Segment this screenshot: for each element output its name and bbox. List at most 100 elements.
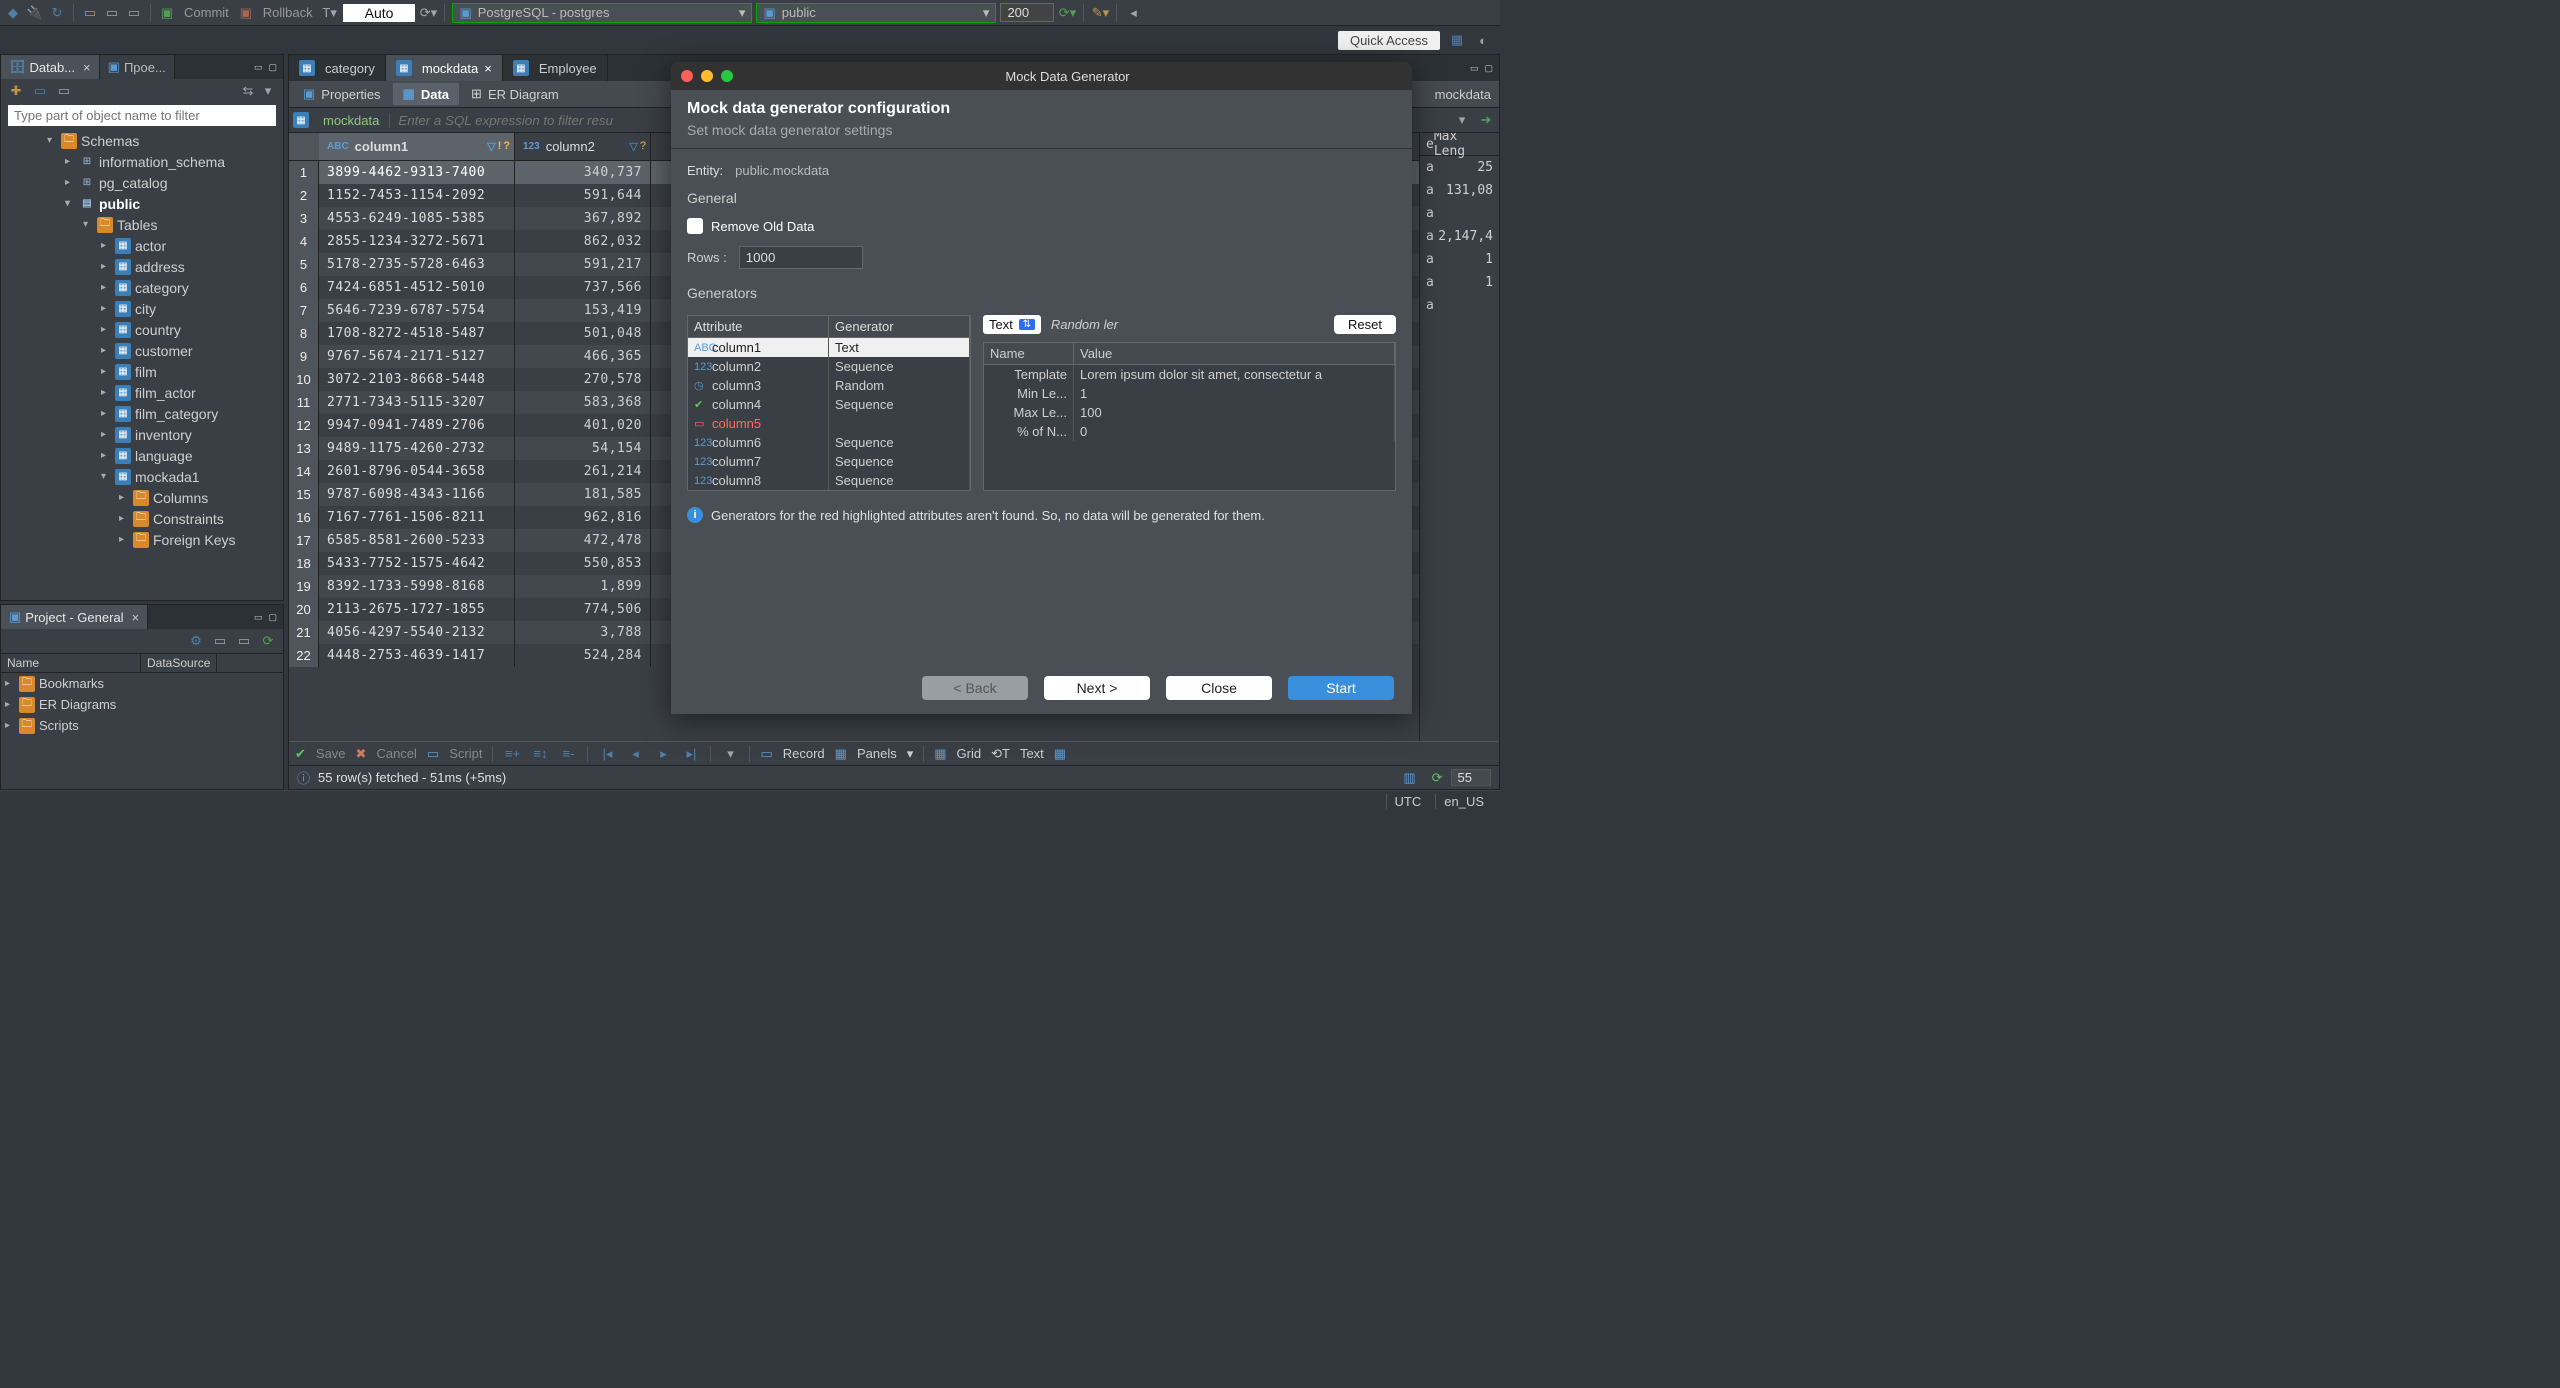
quick-access-button[interactable]: Quick Access <box>1338 31 1440 50</box>
funnel-icon[interactable]: ▽ <box>629 140 637 153</box>
row-count[interactable]: 55 <box>1451 769 1491 786</box>
tab-projects[interactable]: ▣ Прое... <box>100 55 175 79</box>
minimize-icon[interactable]: ▭ <box>254 612 263 623</box>
rows-input[interactable] <box>739 246 863 269</box>
sql-icon[interactable]: ▭ <box>81 4 99 22</box>
connect-icon[interactable]: ◆ <box>4 4 22 22</box>
maximize-icon[interactable]: ▢ <box>268 612 277 623</box>
attribute-row[interactable]: ✔column4Sequence <box>688 395 970 414</box>
properties-table[interactable]: Name Value TemplateLorem ipsum dolor sit… <box>983 342 1396 491</box>
nav-new-icon[interactable]: ✚ <box>7 82 25 100</box>
connection-select[interactable]: ▣ PostgreSQL - postgres ▾ <box>452 3 752 23</box>
close-button[interactable]: Close <box>1166 676 1272 700</box>
row-add-icon[interactable]: ≡+ <box>503 745 521 763</box>
grid-view-icon[interactable]: ▦ <box>934 746 946 762</box>
persp-other-icon[interactable]: ◐ <box>1474 31 1492 49</box>
panels-button[interactable]: Panels <box>857 746 897 761</box>
panels-icon[interactable]: ▦ <box>835 746 847 762</box>
run-icon[interactable]: ➜ <box>1477 111 1495 129</box>
attribute-row[interactable]: ◷column3Random <box>688 376 970 395</box>
gear-icon[interactable]: ⚙ <box>187 632 205 650</box>
maximize-icon[interactable]: ▢ <box>268 62 277 73</box>
min-window-icon[interactable] <box>701 70 713 82</box>
rollback-icon[interactable]: ▣ <box>237 4 255 22</box>
tx-arrow-icon[interactable]: ⟳▾ <box>419 4 437 22</box>
text-view-icon[interactable]: ⟲T <box>991 746 1010 762</box>
attributes-table[interactable]: Attribute Generator ABCcolumn1Text123col… <box>687 315 971 491</box>
prev-icon[interactable]: ◂ <box>626 745 644 763</box>
persp-db-icon[interactable]: ▦ <box>1448 31 1466 49</box>
max-window-icon[interactable] <box>721 70 733 82</box>
attribute-row[interactable]: 123column8Sequence <box>688 471 970 490</box>
script-button[interactable]: Script <box>449 746 482 761</box>
sql2-icon[interactable]: ▭ <box>103 4 121 22</box>
tx-icon[interactable]: T▾ <box>321 4 339 22</box>
plug-icon[interactable]: 🔌 <box>26 4 44 22</box>
proj-refresh-icon[interactable]: ⟳ <box>259 632 277 650</box>
script-icon[interactable]: ▭ <box>427 746 439 762</box>
generator-select[interactable]: Text ⇅ <box>983 315 1041 334</box>
schema-select[interactable]: ▣ public ▾ <box>756 3 996 23</box>
minimize-icon[interactable]: ▭ <box>254 62 263 73</box>
cancel-button[interactable]: Cancel <box>376 746 416 761</box>
col-header-column2[interactable]: 123 column2 ▽? <box>515 133 651 160</box>
start-button[interactable]: Start <box>1288 676 1394 700</box>
nav-filter-icon[interactable]: ⇆ <box>239 82 257 100</box>
sql3-icon[interactable]: ▭ <box>125 4 143 22</box>
sub-tab-er[interactable]: ⊞ER Diagram <box>461 83 569 105</box>
back-arrow-icon[interactable]: ◂ <box>1124 4 1142 22</box>
sub-tab-data[interactable]: ▦Data <box>393 83 459 105</box>
row-del-icon[interactable]: ≡- <box>559 745 577 763</box>
db-tree[interactable]: ▾🗀Schemas ▸⊞information_schema ▸⊞pg_cata… <box>1 128 283 600</box>
reset-button[interactable]: Reset <box>1334 315 1396 334</box>
count-icon[interactable]: ▥ <box>1403 770 1415 786</box>
tab-mockdata[interactable]: ▦mockdata× <box>386 55 503 81</box>
attribute-row[interactable]: 123column2Sequence <box>688 357 970 376</box>
tab-category[interactable]: ▦category <box>289 55 386 81</box>
attribute-row[interactable]: 123column7Sequence <box>688 452 970 471</box>
close-icon[interactable]: × <box>484 61 492 76</box>
attribute-row[interactable]: ▭column5 <box>688 414 970 433</box>
commit-button[interactable]: Commit <box>180 5 233 20</box>
funnel-icon[interactable]: ▽ <box>487 140 495 153</box>
property-row[interactable]: Max Le...100 <box>984 403 1395 422</box>
back-button[interactable]: < Back <box>922 676 1028 700</box>
sub-tab-properties[interactable]: ▣Properties <box>293 83 391 105</box>
row-dup-icon[interactable]: ≡↕ <box>531 745 549 763</box>
autocommit-toggle[interactable]: Auto <box>343 4 416 22</box>
layout-icon[interactable]: ▦ <box>1054 746 1066 762</box>
chevron-down-icon[interactable]: ▾ <box>259 82 277 100</box>
next-icon[interactable]: ▸ <box>654 745 672 763</box>
menu-icon[interactable]: ▾ <box>721 745 739 763</box>
limit-input[interactable]: 200 <box>1000 3 1054 22</box>
tab-project[interactable]: ▣ Project - General× <box>1 605 148 629</box>
grid-button[interactable]: Grid <box>957 746 982 761</box>
close-window-icon[interactable] <box>681 70 693 82</box>
refresh-con-icon[interactable]: ↻ <box>48 4 66 22</box>
minimize-icon[interactable]: ▭ <box>1470 63 1479 74</box>
record-button[interactable]: Record <box>783 746 825 761</box>
nav-item-icon[interactable]: ▭ <box>55 82 73 100</box>
drop-icon[interactable]: ▾ <box>1453 111 1471 129</box>
first-icon[interactable]: |◂ <box>598 745 616 763</box>
maximize-icon[interactable]: ▢ <box>1484 63 1493 74</box>
property-row[interactable]: TemplateLorem ipsum dolor sit amet, cons… <box>984 365 1395 384</box>
check-icon[interactable]: ✔ <box>295 746 306 762</box>
highlight-icon[interactable]: ✎▾ <box>1091 4 1109 22</box>
tab-database-navigator[interactable]: 🗄 Datab...× <box>1 55 100 79</box>
tab-employee[interactable]: ▦Employee <box>503 55 608 81</box>
last-icon[interactable]: ▸| <box>682 745 700 763</box>
col-header-column1[interactable]: ABC column1 ▽!? <box>319 133 515 160</box>
x-icon[interactable]: ✖ <box>356 746 367 762</box>
proj-icon3[interactable]: ▭ <box>235 632 253 650</box>
remove-old-checkbox[interactable] <box>687 218 703 234</box>
commit-icon[interactable]: ▣ <box>158 4 176 22</box>
attribute-row[interactable]: ABCcolumn1Text <box>688 338 970 357</box>
close-icon[interactable]: × <box>83 60 91 75</box>
nav-filter-input[interactable] <box>8 105 276 126</box>
refresh-count-icon[interactable]: ⟳ <box>1432 770 1443 786</box>
property-row[interactable]: % of N...0 <box>984 422 1395 441</box>
property-row[interactable]: Min Le...1 <box>984 384 1395 403</box>
rollback-button[interactable]: Rollback <box>259 5 317 20</box>
next-button[interactable]: Next > <box>1044 676 1150 700</box>
